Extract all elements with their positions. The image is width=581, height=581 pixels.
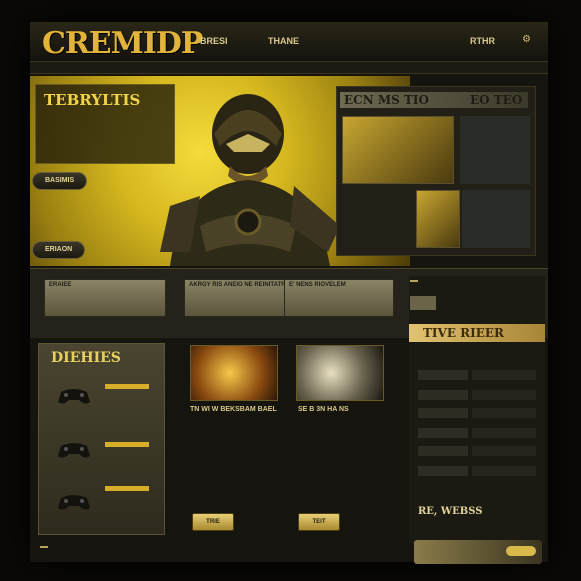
sidebar-thumb[interactable] bbox=[410, 296, 436, 310]
showcase-text-2 bbox=[462, 190, 530, 248]
showcase-title: ECN MS TIO bbox=[344, 93, 429, 107]
row-right bbox=[472, 446, 536, 456]
article-image-1[interactable] bbox=[190, 345, 278, 401]
game-rating-bar bbox=[105, 384, 149, 389]
sidebar-top-label[interactable] bbox=[410, 280, 418, 282]
gamepad-icon[interactable] bbox=[57, 440, 91, 460]
row-right bbox=[472, 466, 536, 476]
search-icon[interactable]: ⚙ bbox=[522, 34, 531, 45]
hero-title: TEBRYLTIS bbox=[44, 91, 141, 109]
sidebar-title: TIVE RIEER bbox=[423, 326, 505, 340]
hero-intro-panel: TEBRYLTIS bbox=[35, 84, 175, 164]
game-rating-bar bbox=[105, 442, 149, 447]
sidebar-row[interactable] bbox=[418, 428, 536, 438]
feature-label: E' NENS RIOVELEM bbox=[289, 282, 346, 288]
nav-item-2[interactable]: THANE bbox=[268, 36, 299, 46]
showcase-text-1 bbox=[460, 116, 530, 184]
showcase-image-2[interactable] bbox=[416, 190, 460, 248]
nav-item-1[interactable]: BRESI bbox=[200, 36, 228, 46]
article-button-2[interactable]: TEIT bbox=[298, 513, 340, 531]
feature-card-3[interactable]: E' NENS RIOVELEM bbox=[284, 279, 394, 317]
sidebar-footer-button[interactable] bbox=[506, 546, 536, 556]
row-right bbox=[472, 428, 536, 438]
sidebar-footer-bar bbox=[414, 540, 542, 564]
hero-primary-button[interactable]: BASIMIS bbox=[32, 172, 88, 190]
sidebar-row[interactable] bbox=[418, 466, 536, 476]
sidebar-row[interactable] bbox=[418, 390, 536, 400]
row-left bbox=[418, 446, 468, 456]
showcase-image-1[interactable] bbox=[342, 116, 454, 184]
article-title-2[interactable]: SE B 3N HA NS bbox=[298, 406, 349, 413]
sidebar-title-banner: TIVE RIEER bbox=[409, 324, 545, 342]
game-rating-bar bbox=[105, 486, 149, 491]
games-panel: DIEHIES bbox=[38, 343, 165, 535]
sidebar-footer-title: RE, WEBSS bbox=[418, 506, 483, 517]
games-title: DIEHIES bbox=[51, 350, 121, 366]
row-left bbox=[418, 390, 468, 400]
sidebar-row[interactable] bbox=[418, 370, 536, 380]
footer-button[interactable] bbox=[40, 546, 48, 548]
hero-secondary-button[interactable]: ERIAON bbox=[32, 241, 86, 259]
nav-item-3[interactable]: RTHR bbox=[470, 36, 495, 46]
gamepad-icon[interactable] bbox=[57, 492, 91, 512]
article-button-1[interactable]: TRIE bbox=[192, 513, 234, 531]
article-title-1[interactable]: TN WI W BEKSBAM BAEL bbox=[190, 406, 277, 413]
row-right bbox=[472, 408, 536, 418]
feature-label: AKRGY RIS ANEIO NE REINITATROS bbox=[189, 282, 295, 288]
site-header: CREMIDP BRESI THANE RTHR ⚙ bbox=[30, 22, 548, 62]
showcase-subtitle: EO TEO bbox=[470, 93, 523, 107]
feature-card-1[interactable]: ERAIEE bbox=[44, 279, 166, 317]
row-left bbox=[418, 466, 468, 476]
sidebar-row[interactable] bbox=[418, 446, 536, 456]
gamepad-icon[interactable] bbox=[57, 386, 91, 406]
sub-navigation bbox=[30, 62, 548, 74]
row-left bbox=[418, 370, 468, 380]
sidebar-row[interactable] bbox=[418, 408, 536, 418]
site-logo[interactable]: CREMIDP bbox=[42, 26, 203, 61]
row-right bbox=[472, 390, 536, 400]
row-left bbox=[418, 408, 468, 418]
row-left bbox=[418, 428, 468, 438]
row-right bbox=[472, 370, 536, 380]
feature-label: ERAIEE bbox=[49, 282, 72, 288]
article-image-2[interactable] bbox=[296, 345, 384, 401]
showcase-header: ECN MS TIO EO TEO bbox=[340, 92, 528, 108]
